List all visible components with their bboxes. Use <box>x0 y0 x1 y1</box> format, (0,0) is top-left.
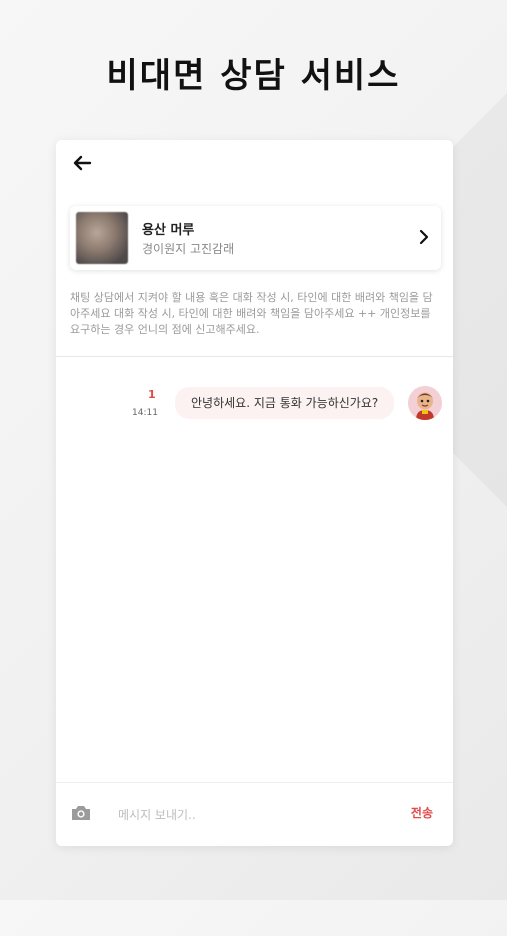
message-timestamp: 14:11 <box>132 408 158 418</box>
camera-button[interactable] <box>70 803 92 823</box>
character-avatar-icon <box>408 386 442 420</box>
counselor-avatar <box>76 212 128 264</box>
arrow-left-icon <box>73 155 92 171</box>
chevron-right-icon[interactable] <box>417 228 431 246</box>
chat-notice: 채팅 상담에서 지켜야 할 내용 혹은 대화 작성 시, 타인에 대한 배려와 … <box>70 291 433 336</box>
camera-icon <box>72 806 90 820</box>
divider <box>56 356 453 357</box>
message-input[interactable] <box>116 803 370 827</box>
sender-avatar[interactable] <box>408 386 442 420</box>
counselor-subtitle: 경이원지 고진감래 <box>142 242 235 256</box>
unread-count-badge: 1 <box>148 388 156 401</box>
chat-screen: 용산 머루 경이원지 고진감래 채팅 상담에서 지켜야 할 내용 혹은 대화 작… <box>56 140 453 846</box>
counselor-profile-card[interactable]: 용산 머루 경이원지 고진감래 <box>70 206 441 270</box>
message-bubble: 안녕하세요. 지금 통화 가능하신가요? <box>175 387 395 419</box>
send-button[interactable]: 전송 <box>411 804 433 821</box>
back-button[interactable] <box>71 152 93 174</box>
message-composer: 전송 <box>56 782 453 846</box>
counselor-name: 용산 머루 <box>142 223 195 238</box>
page-headline: 비대면 상담 서비스 <box>106 56 401 96</box>
